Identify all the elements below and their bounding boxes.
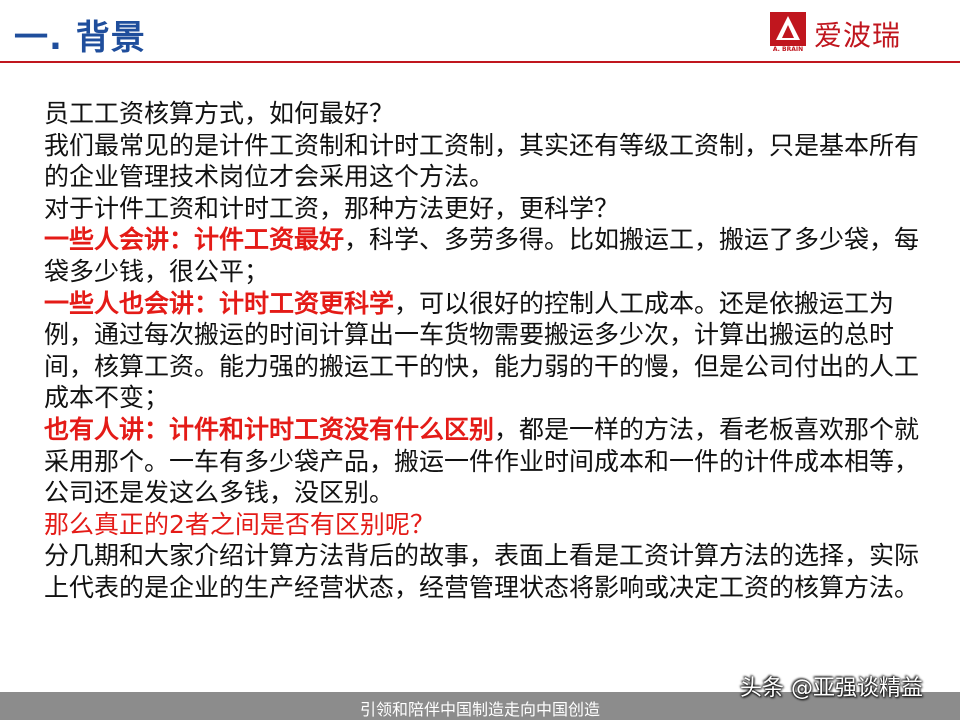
watermark-text: 头条 @亚强谈精益 [740,676,923,701]
brand-logo: A. BRAIN 爱波瑞 [770,12,946,53]
paragraph-piece-rate: 一些人会讲：计件工资最好，科学、多劳多得。比如搬运工，搬运了多少袋，每袋多少钱，… [44,224,924,287]
logo-subtext: A. BRAIN [772,46,804,53]
paragraph-no-difference: 也有人讲：计件和计时工资没有什么区别，都是一样的方法，看老板喜欢那个就采用那个。… [44,414,924,509]
highlight-piece-rate: 一些人会讲：计件工资最好 [44,225,345,255]
paragraph-common-systems: 我们最常见的是计件工资制和计时工资制，其实还有等级工资制，只是基本所有的企业管理… [44,130,920,192]
paragraph-which-better: 对于计件工资和计时工资，那种方法更好，更科学？ [44,193,620,223]
logo-mark-icon [770,12,806,46]
paragraph-time-rate: 一些人也会讲：计时工资更科学，可以很好的控制人工成本。还是依搬运工为例，通过每次… [44,288,924,414]
slide-title: 一. 背景 [14,18,146,58]
paragraph-real-difference: 那么真正的2者之间是否有区别呢？ [44,509,924,541]
paragraph-question: 员工工资核算方式，如何最好？ [44,99,395,128]
paragraph-series-intro: 分几期和大家介绍计算方法背后的故事，表面上看是工资计算方法的选择，实际上代表的是… [44,541,920,602]
highlight-real-difference: 那么真正的2者之间是否有区别呢？ [44,509,435,539]
slide-header: 一. 背景 A. BRAIN 爱波瑞 [0,0,960,63]
highlight-time-rate: 一些人也会讲：计时工资更科学 [44,288,395,318]
logo-text: 爱波瑞 [814,19,902,52]
slide-body: 员工工资核算方式，如何最好？ 我们最常见的是计件工资制和计时工资制，其实还有等级… [44,98,924,604]
highlight-no-difference: 也有人讲：计件和计时工资没有什么区别 [44,414,495,444]
header-divider [0,61,960,63]
